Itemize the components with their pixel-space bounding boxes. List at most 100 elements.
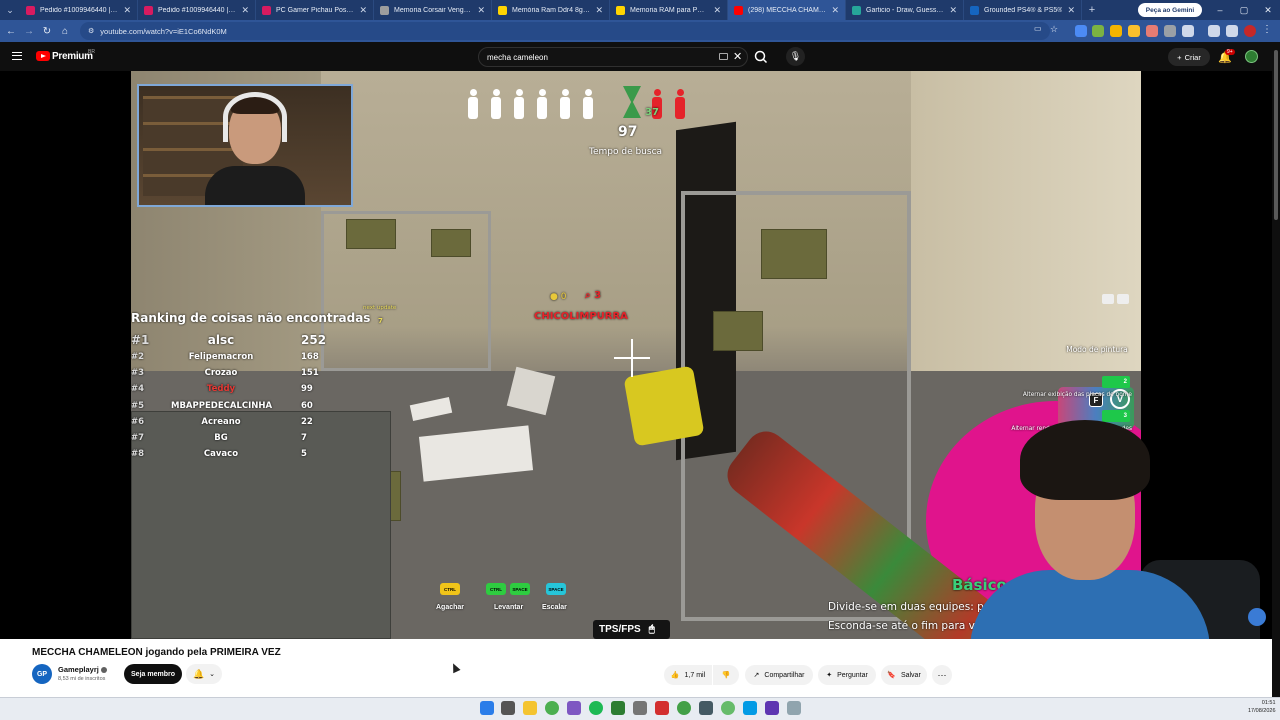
extension-icon[interactable] xyxy=(1092,25,1104,37)
youtube-logo-icon[interactable] xyxy=(36,51,50,61)
channel-name[interactable]: Gameplayrj xyxy=(58,665,107,674)
close-tab-icon[interactable]: ✕ xyxy=(241,5,249,16)
join-button[interactable]: Seja membro xyxy=(124,664,182,684)
floating-app-icon[interactable] xyxy=(1248,608,1266,626)
share-button[interactable]: ↗ Compartilhar xyxy=(745,665,813,685)
task-view-icon[interactable] xyxy=(501,701,515,715)
channel-avatar[interactable]: GP xyxy=(32,664,52,684)
bookmark-star-icon[interactable]: ☆ xyxy=(1050,24,1058,35)
search-icon[interactable] xyxy=(752,48,770,66)
ranking-row: #1 alsc 252 xyxy=(131,333,331,347)
forward-icon[interactable]: → xyxy=(20,20,38,42)
like-button[interactable]: 👍 1,7 mil xyxy=(664,665,712,685)
close-tab-icon[interactable]: ✕ xyxy=(123,5,131,16)
extension-icon[interactable] xyxy=(1128,25,1140,37)
dislike-button[interactable]: 👎 xyxy=(713,665,739,685)
next-update-value: 7 xyxy=(378,317,383,325)
close-tab-icon[interactable]: ✕ xyxy=(1067,5,1075,16)
taskbar-app-icon[interactable] xyxy=(699,701,713,715)
youtube-premium-logo[interactable]: Premium xyxy=(52,51,93,62)
close-tab-icon[interactable]: ✕ xyxy=(831,5,839,16)
settings-icon[interactable] xyxy=(787,701,801,715)
browser-menu-icon[interactable]: ⋮ xyxy=(1262,24,1272,35)
verified-icon xyxy=(100,667,107,674)
extension-icon[interactable] xyxy=(1075,25,1087,37)
new-tab-button[interactable]: + xyxy=(1082,4,1102,16)
chat-icon xyxy=(1102,294,1114,304)
account-avatar[interactable] xyxy=(1245,50,1258,63)
browser-tab[interactable]: Memoria RAM para PC 16GB 1x16 ... ✕ xyxy=(610,0,728,20)
clear-search-icon[interactable]: ✕ xyxy=(733,50,742,63)
gemini-button[interactable]: Peça ao Gemini xyxy=(1138,3,1202,17)
plus-icon: + xyxy=(1177,52,1182,62)
site-info-icon[interactable]: ⚙ xyxy=(88,27,94,35)
taskbar-app-icon[interactable] xyxy=(743,701,757,715)
chrome-icon[interactable] xyxy=(545,701,559,715)
scrollbar-thumb[interactable] xyxy=(1274,50,1278,220)
minimize-button[interactable]: – xyxy=(1208,0,1232,20)
extension-icon[interactable] xyxy=(1164,25,1176,37)
close-tab-icon[interactable]: ✕ xyxy=(713,5,721,16)
browser-tab[interactable]: Grounded PS4® & PS5® ✕ xyxy=(964,0,1082,20)
taskbar-app-icon[interactable] xyxy=(567,701,581,715)
back-icon[interactable]: ← xyxy=(2,20,20,42)
tab-search-button[interactable]: ⌄ xyxy=(0,0,20,20)
extension-icon[interactable] xyxy=(1110,25,1122,37)
ask-label: Perguntar xyxy=(837,671,868,679)
taskbar-app-icon[interactable] xyxy=(633,701,647,715)
channel-name-text[interactable]: Gameplayrj xyxy=(58,665,99,674)
browser-tab[interactable]: Memoria Corsair Vengeance RGB ... ✕ xyxy=(374,0,492,20)
facecam-overlay xyxy=(137,84,353,207)
taskbar-app-icon[interactable] xyxy=(611,701,625,715)
ranking-row: #3 Crozao 151 xyxy=(131,368,331,382)
chrome-profile-icon[interactable] xyxy=(677,701,691,715)
toggle-names-key: 2 xyxy=(1102,376,1130,388)
profile-avatar[interactable] xyxy=(1244,25,1256,37)
keyboard-icon[interactable] xyxy=(719,53,728,60)
create-button[interactable]: + Criar xyxy=(1168,48,1210,66)
save-button[interactable]: 🔖 Salvar xyxy=(881,665,927,685)
control-hint-label: Levantar xyxy=(494,604,524,611)
download-icon[interactable] xyxy=(1208,25,1220,37)
close-window-button[interactable]: ✕ xyxy=(1256,0,1280,20)
control-hint-label: Agachar xyxy=(436,604,465,611)
menu-icon[interactable] xyxy=(12,52,22,60)
chrome-profile-icon[interactable] xyxy=(721,701,735,715)
close-tab-icon[interactable]: ✕ xyxy=(949,5,957,16)
close-tab-icon[interactable]: ✕ xyxy=(359,5,367,16)
seeker-icon xyxy=(673,89,687,119)
tab-title: (298) MECCHA CHAMELEON jo... xyxy=(748,6,826,14)
extensions-puzzle-icon[interactable] xyxy=(1182,25,1194,37)
extension-icon[interactable] xyxy=(1146,25,1158,37)
search-input[interactable]: mecha cameleon xyxy=(478,47,748,67)
browser-tab[interactable]: Garticio - Draw, Guess, WIN ✕ xyxy=(846,0,964,20)
ranking-points: 60 xyxy=(301,401,313,411)
windows-start-icon[interactable] xyxy=(480,701,494,715)
tab-favicon-icon xyxy=(734,5,743,15)
ask-button[interactable]: ✦ Perguntar xyxy=(818,665,876,685)
browser-tab[interactable]: Memória Ram Ddr4 8gb 3600mhz ... ✕ xyxy=(492,0,610,20)
close-tab-icon[interactable]: ✕ xyxy=(595,5,603,16)
taskbar-app-icon[interactable] xyxy=(655,701,669,715)
restore-button[interactable]: ▢ xyxy=(1232,0,1256,20)
close-tab-icon[interactable]: ✕ xyxy=(477,5,485,16)
taskbar-app-icon[interactable] xyxy=(765,701,779,715)
file-explorer-icon[interactable] xyxy=(523,701,537,715)
browser-tab[interactable]: (298) MECCHA CHAMELEON jo... ✕ xyxy=(728,0,846,20)
voice-search-icon[interactable]: 🎙 xyxy=(786,47,805,66)
cast-icon[interactable]: ▭ xyxy=(1034,24,1042,33)
home-icon[interactable]: ⌂ xyxy=(56,20,74,42)
url-bar[interactable]: ⚙ youtube.com/watch?v=iE1Co6NdK0M xyxy=(80,22,1050,40)
browser-tab[interactable]: Pedido #1009946440 | Pichau ✕ xyxy=(138,0,256,20)
ranking-row: #8 Cavaco 5 xyxy=(131,449,331,463)
control-hint-label: Escalar xyxy=(542,604,567,611)
more-actions-button[interactable]: ⋯ xyxy=(932,665,952,685)
tab-groups-icon[interactable] xyxy=(1226,25,1238,37)
system-clock[interactable]: 01:51 17/08/2026 xyxy=(1248,699,1276,715)
spotify-icon[interactable] xyxy=(589,701,603,715)
tab-title: Pedido #1009946440 | Pichau xyxy=(158,6,236,14)
browser-tab[interactable]: Pedido #1009946440 | Pichau ✕ xyxy=(20,0,138,20)
subscription-bell-button[interactable]: 🔔 ⌄ xyxy=(186,664,222,684)
reload-icon[interactable]: ↻ xyxy=(38,20,56,42)
browser-tab[interactable]: PC Gamer Pichau Poseidon III, ... ✕ xyxy=(256,0,374,20)
